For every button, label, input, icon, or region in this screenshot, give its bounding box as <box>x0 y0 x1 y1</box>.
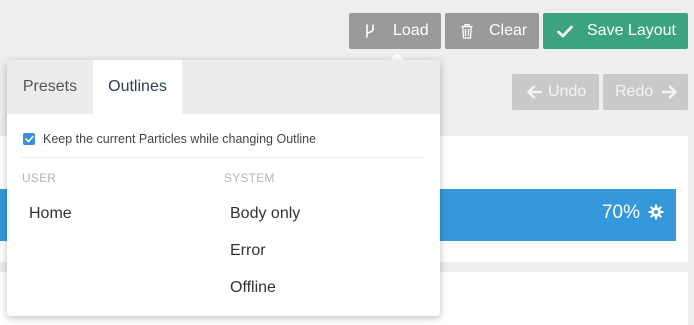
clear-label: Clear <box>489 22 528 39</box>
check-icon <box>557 25 573 38</box>
gear-icon[interactable] <box>648 204 664 220</box>
undo-label: Undo <box>548 83 587 100</box>
keep-particles-checkbox[interactable] <box>23 133 35 145</box>
outline-item-home[interactable]: Home <box>29 205 72 223</box>
arrow-left-icon <box>526 85 542 99</box>
tab-outlines[interactable]: Outlines <box>93 60 182 114</box>
row-width-percent: 70% <box>601 202 640 223</box>
arrow-right-icon <box>661 85 677 99</box>
undo-button[interactable]: Undo <box>512 74 599 110</box>
keep-particles-option[interactable]: Keep the current Particles while changin… <box>23 132 316 146</box>
load-label: Load <box>393 22 429 39</box>
load-dropdown-popover: Presets Outlines Keep the current Partic… <box>7 60 440 316</box>
popover-tabs: Presets Outlines <box>7 60 440 114</box>
outline-item-body-only[interactable]: Body only <box>230 205 300 223</box>
redo-button[interactable]: Redo <box>603 74 688 110</box>
save-layout-button[interactable]: Save Layout <box>543 13 688 49</box>
load-button[interactable]: Load <box>349 13 441 49</box>
keep-particles-label: Keep the current Particles while changin… <box>43 132 317 146</box>
redo-label: Redo <box>615 83 654 100</box>
save-layout-label: Save Layout <box>587 22 676 39</box>
trash-icon <box>460 23 474 39</box>
user-column-header: USER <box>22 171 57 185</box>
clear-button[interactable]: Clear <box>445 13 539 49</box>
divider <box>21 157 424 158</box>
branch-icon <box>363 23 377 39</box>
outline-item-error[interactable]: Error <box>230 242 266 260</box>
tab-presets[interactable]: Presets <box>7 60 93 114</box>
outline-item-offline[interactable]: Offline <box>230 279 276 297</box>
system-column-header: SYSTEM <box>224 171 275 185</box>
